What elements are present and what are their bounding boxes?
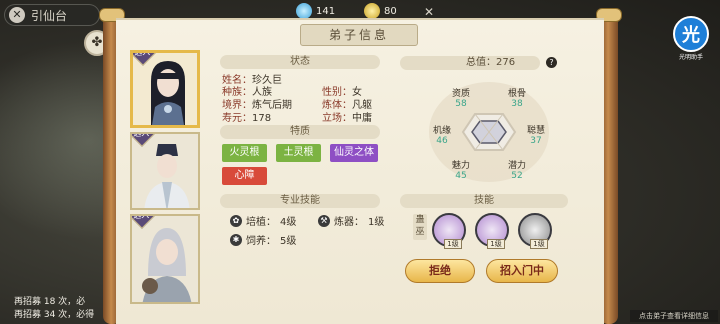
panel-title: 弟子信息 [300,24,418,46]
skill-cultivate: ✿ 培植： 4级 [230,213,296,228]
spirit-stone-counter: 141 [296,3,335,19]
help-icon[interactable]: ? [546,57,557,68]
spirit-stone-icon [296,3,312,19]
tech-slot-1[interactable]: 1级 [432,213,466,249]
pity-counter-1: 再招募 18 次，必 [14,297,86,307]
tech-level-2: 1级 [487,239,505,249]
total-value-bar: 总值：276 [400,56,540,70]
back-button[interactable]: ✕ 引仙台 [4,4,100,26]
anvil-icon: ⚒ [318,214,330,227]
close-icon: ✕ [9,7,25,23]
gold-coin-counter: 80 [364,3,397,19]
stat-fortune: 机缘 46 [432,126,451,146]
logo-sub: 光明助手 [679,53,703,61]
footer-tip: 点击弟子查看详细信息 [630,310,718,322]
tech-slot-2[interactable]: 1级 [475,213,509,249]
tech-slot-3[interactable]: 1级 [518,213,552,249]
traits-section-head: 特质 [220,125,380,139]
trait-immortal-body[interactable]: 仙灵之体 [330,144,378,162]
spirit-stone-value: 141 [316,5,336,17]
logo-char: 光 [681,24,700,46]
assistant-logo[interactable]: 光 光明助手 [670,14,712,62]
portrait-silver-hair-woman [132,216,198,302]
skill-breed: ✱ 饲养： 5级 [230,232,296,247]
scene-title: 引仙台 [31,8,68,23]
tech-level-1: 1级 [444,239,462,249]
pity-counter-2: 再招募 34 次，必得 [14,310,95,320]
tech-school-badge: 蛊巫 [413,214,427,240]
stat-root-bone: 根骨 38 [507,89,526,109]
status-section-head: 状态 [220,55,380,69]
portrait-card-3[interactable]: 选入 [130,214,200,304]
tech-level-3: 1级 [530,239,548,249]
sprout-icon: ✿ [230,214,242,227]
gold-coin-icon [364,3,380,19]
lifespan-field: 寿元：178 [222,113,272,124]
paw-icon: ✱ [230,233,242,246]
stance-field: 立场：中庸 [322,113,372,124]
reject-button[interactable]: 拒绝 [405,259,475,283]
tech-section-head: 技能 [400,194,568,208]
stat-charm: 魅力 45 [451,161,470,181]
trait-earth-root[interactable]: 土灵根 [276,144,321,162]
stat-aptitude: 资质 58 [451,89,470,109]
stat-intelligence: 聪慧 37 [526,126,545,146]
stat-potential: 潜力 52 [507,161,526,181]
portrait-card-2[interactable]: 选入 [130,132,200,210]
skills-section-head: 专业技能 [220,194,380,208]
recruit-button[interactable]: 招入门中 [486,259,558,283]
close-panel-button[interactable]: ✕ [422,5,436,19]
portrait-card-1[interactable]: 选入 [130,50,200,128]
trait-fire-root[interactable]: 火灵根 [222,144,267,162]
gold-coin-value: 80 [384,5,397,17]
skill-forge: ⚒ 炼器： 1级 [318,213,384,228]
trait-heart-barrier[interactable]: 心障 [222,167,267,185]
